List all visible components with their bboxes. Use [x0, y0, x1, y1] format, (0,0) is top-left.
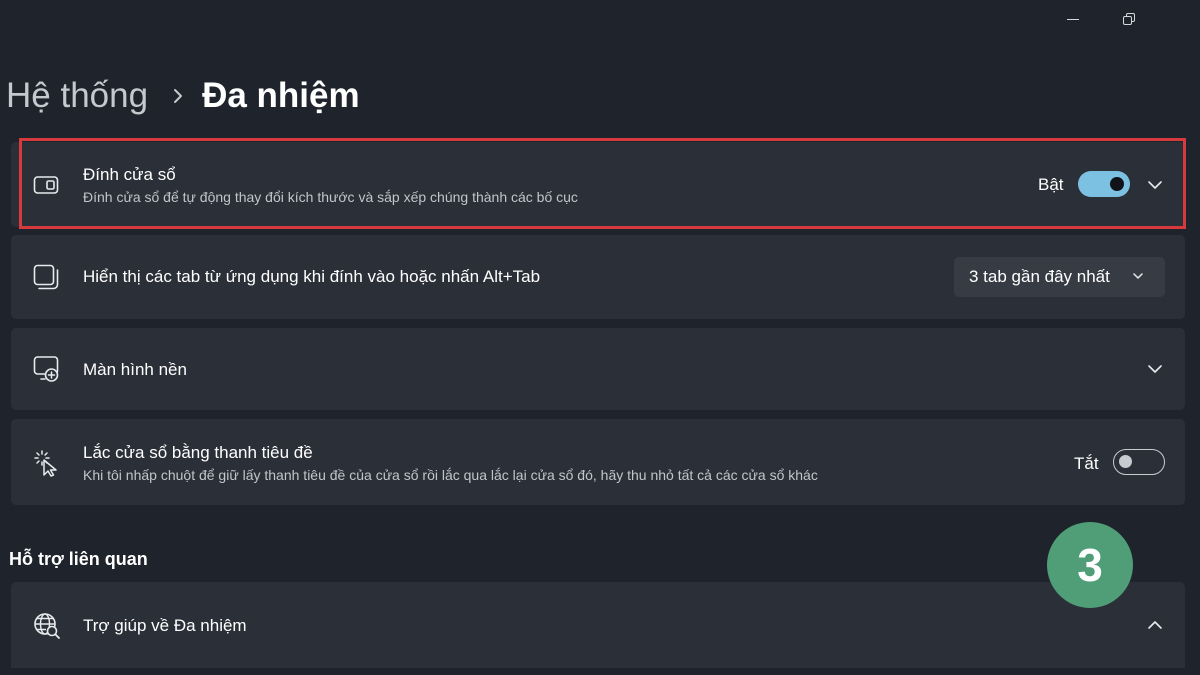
chevron-right-icon — [172, 87, 184, 105]
globe-search-icon — [33, 612, 60, 639]
step-number-badge: 3 — [1047, 522, 1133, 608]
tabs-window-icon — [33, 264, 59, 290]
title-bar-shake-description: Khi tôi nhấp chuột để giữ lấy thanh tiêu… — [83, 467, 818, 483]
chevron-down-icon — [1131, 269, 1145, 283]
recent-tabs-dropdown[interactable]: 3 tab gần đây nhất — [954, 257, 1165, 297]
dropdown-selected-value: 3 tab gần đây nhất — [969, 267, 1110, 286]
chevron-up-icon[interactable] — [1147, 617, 1163, 633]
multitasking-help-title: Trợ giúp về Đa nhiệm — [83, 616, 247, 635]
minimize-button[interactable] — [1050, 0, 1096, 38]
desktop-add-icon — [33, 355, 59, 382]
restore-button[interactable] — [1106, 0, 1152, 38]
title-bar-shake-card: Lắc cửa sổ bằng thanh tiêu đề Khi tôi nh… — [11, 419, 1185, 505]
breadcrumb: Hệ thống Đa nhiệm — [6, 72, 360, 120]
alt-tab-title: Hiển thị các tab từ ứng dụng khi đính và… — [83, 267, 541, 286]
chevron-down-icon[interactable] — [1147, 361, 1163, 377]
breadcrumb-parent-link[interactable]: Hệ thống — [6, 76, 148, 116]
desktops-card[interactable]: Màn hình nền — [11, 328, 1185, 410]
page-title: Đa nhiệm — [202, 76, 360, 115]
alt-tab-card: Hiển thị các tab từ ứng dụng khi đính và… — [11, 235, 1185, 319]
restore-icon — [1123, 13, 1135, 25]
shake-cursor-icon — [33, 449, 59, 477]
title-bar-shake-title: Lắc cửa sổ bằng thanh tiêu đề — [83, 443, 313, 462]
multitasking-help-card[interactable]: Trợ giúp về Đa nhiệm — [11, 582, 1185, 668]
desktops-title: Màn hình nền — [83, 360, 187, 379]
minimize-icon — [1067, 18, 1079, 20]
highlight-box — [19, 138, 1186, 229]
title-bar-shake-toggle[interactable] — [1113, 449, 1165, 475]
related-support-heading: Hỗ trợ liên quan — [9, 549, 148, 569]
title-bar-shake-state-label: Tắt — [1074, 454, 1099, 473]
